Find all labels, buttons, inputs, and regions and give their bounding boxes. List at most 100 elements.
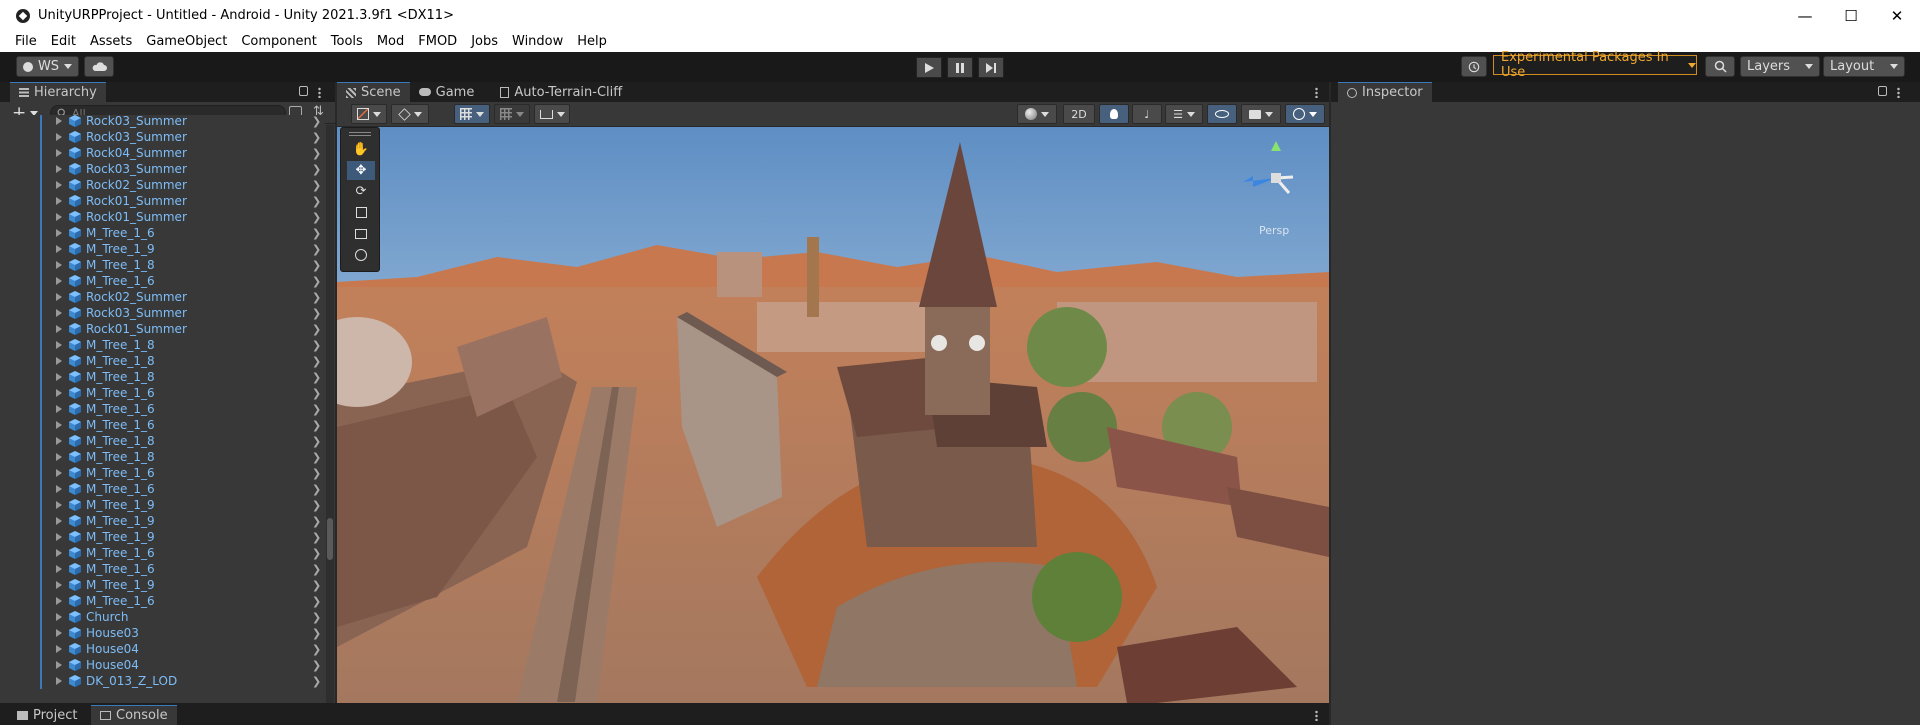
- camera-dropdown[interactable]: [1241, 104, 1281, 124]
- projection-label[interactable]: Persp: [1259, 224, 1289, 237]
- list-item[interactable]: M_Tree_1_6 ❯: [0, 465, 325, 481]
- list-item[interactable]: Rock03_Summer ❯: [0, 129, 325, 145]
- list-item[interactable]: M_Tree_1_6 ❯: [0, 545, 325, 561]
- transform-tool-button[interactable]: [347, 245, 375, 264]
- menu-edit[interactable]: Edit: [43, 34, 82, 49]
- chevron-right-icon[interactable]: [56, 629, 62, 637]
- chevron-right-icon[interactable]: ❯: [312, 579, 321, 592]
- chevron-right-icon[interactable]: ❯: [312, 179, 321, 192]
- list-item[interactable]: Rock01_Summer ❯: [0, 321, 325, 337]
- list-item[interactable]: M_Tree_1_6 ❯: [0, 385, 325, 401]
- chevron-right-icon[interactable]: ❯: [312, 355, 321, 368]
- list-item[interactable]: M_Tree_1_6 ❯: [0, 417, 325, 433]
- chevron-right-icon[interactable]: [56, 597, 62, 605]
- list-item[interactable]: Rock03_Summer ❯: [0, 305, 325, 321]
- menu-jobs[interactable]: Jobs: [463, 34, 504, 49]
- more-options-icon[interactable]: [1315, 710, 1318, 721]
- chevron-right-icon[interactable]: [56, 213, 62, 221]
- chevron-right-icon[interactable]: [56, 581, 62, 589]
- chevron-right-icon[interactable]: [56, 517, 62, 525]
- list-item[interactable]: M_Tree_1_8 ❯: [0, 369, 325, 385]
- list-item[interactable]: M_Tree_1_8 ❯: [0, 353, 325, 369]
- lighting-toggle[interactable]: [1099, 104, 1129, 124]
- chevron-right-icon[interactable]: [56, 357, 62, 365]
- chevron-right-icon[interactable]: [56, 373, 62, 381]
- chevron-right-icon[interactable]: ❯: [312, 435, 321, 448]
- list-item[interactable]: M_Tree_1_9 ❯: [0, 513, 325, 529]
- chevron-right-icon[interactable]: ❯: [312, 131, 321, 144]
- toggle-2d-button[interactable]: 2D: [1063, 104, 1095, 124]
- layout-dropdown[interactable]: Layout: [1823, 56, 1905, 77]
- chevron-right-icon[interactable]: ❯: [312, 147, 321, 160]
- tab-scene[interactable]: Scene: [337, 82, 410, 102]
- menu-mod[interactable]: Mod: [369, 34, 410, 49]
- list-item[interactable]: M_Tree_1_9 ❯: [0, 497, 325, 513]
- effects-dropdown[interactable]: ☰: [1165, 104, 1203, 124]
- chevron-right-icon[interactable]: ❯: [312, 659, 321, 672]
- chevron-right-icon[interactable]: [56, 453, 62, 461]
- hidden-objects-toggle[interactable]: [1207, 104, 1237, 124]
- menu-gameobject[interactable]: GameObject: [138, 34, 233, 49]
- search-button[interactable]: [1705, 56, 1735, 77]
- chevron-right-icon[interactable]: [56, 533, 62, 541]
- chevron-right-icon[interactable]: [56, 261, 62, 269]
- scale-tool-button[interactable]: [347, 203, 375, 222]
- menu-file[interactable]: File: [0, 34, 43, 49]
- tab-hierarchy[interactable]: Hierarchy: [10, 82, 106, 102]
- snap-increment-dropdown[interactable]: [494, 104, 530, 124]
- step-button[interactable]: [978, 57, 1004, 78]
- grid-snapping-dropdown[interactable]: [454, 104, 490, 124]
- list-item[interactable]: M_Tree_1_6 ❯: [0, 593, 325, 609]
- hierarchy-scrollbar[interactable]: [326, 125, 334, 705]
- chevron-right-icon[interactable]: [56, 165, 62, 173]
- list-item[interactable]: M_Tree_1_8 ❯: [0, 337, 325, 353]
- gizmos-dropdown[interactable]: [1285, 104, 1325, 124]
- chevron-right-icon[interactable]: ❯: [312, 547, 321, 560]
- chevron-right-icon[interactable]: ❯: [312, 259, 321, 272]
- chevron-right-icon[interactable]: ❯: [312, 115, 321, 128]
- chevron-right-icon[interactable]: ❯: [312, 371, 321, 384]
- chevron-right-icon[interactable]: ❯: [312, 291, 321, 304]
- hand-tool-button[interactable]: ✋: [347, 140, 375, 159]
- list-item[interactable]: DK_013_Z_LOD ❯: [0, 673, 325, 689]
- list-item[interactable]: House03 ❯: [0, 625, 325, 641]
- list-item[interactable]: Rock03_Summer ❯: [0, 115, 325, 129]
- chevron-right-icon[interactable]: ❯: [312, 403, 321, 416]
- chevron-right-icon[interactable]: [56, 325, 62, 333]
- list-item[interactable]: M_Tree_1_8 ❯: [0, 257, 325, 273]
- chevron-right-icon[interactable]: ❯: [312, 451, 321, 464]
- list-item[interactable]: Church ❯: [0, 609, 325, 625]
- scrollbar-thumb[interactable]: [327, 518, 333, 560]
- more-options-icon[interactable]: [1315, 87, 1318, 98]
- chevron-right-icon[interactable]: [56, 613, 62, 621]
- chevron-right-icon[interactable]: ❯: [312, 515, 321, 528]
- chevron-right-icon[interactable]: ❯: [312, 323, 321, 336]
- list-item[interactable]: M_Tree_1_9 ❯: [0, 577, 325, 593]
- history-button[interactable]: [1461, 56, 1487, 77]
- chevron-right-icon[interactable]: [56, 437, 62, 445]
- chevron-right-icon[interactable]: [56, 469, 62, 477]
- list-item[interactable]: M_Tree_1_6 ❯: [0, 273, 325, 289]
- list-item[interactable]: Rock02_Summer ❯: [0, 289, 325, 305]
- chevron-right-icon[interactable]: [56, 661, 62, 669]
- scene-viewport[interactable]: Persp: [337, 127, 1329, 703]
- tab-inspector[interactable]: Inspector: [1338, 82, 1432, 102]
- chevron-right-icon[interactable]: [56, 389, 62, 397]
- chevron-right-icon[interactable]: ❯: [312, 339, 321, 352]
- chevron-right-icon[interactable]: [56, 645, 62, 653]
- list-item[interactable]: M_Tree_1_9 ❯: [0, 241, 325, 257]
- chevron-right-icon[interactable]: ❯: [312, 675, 321, 688]
- chevron-right-icon[interactable]: ❯: [312, 595, 321, 608]
- render-mode-dropdown[interactable]: [391, 104, 429, 124]
- menu-help[interactable]: Help: [569, 34, 613, 49]
- tab-console[interactable]: Console: [91, 705, 177, 725]
- chevron-right-icon[interactable]: [56, 677, 62, 685]
- more-options-icon[interactable]: [1897, 87, 1900, 98]
- list-item[interactable]: M_Tree_1_8 ❯: [0, 433, 325, 449]
- chevron-right-icon[interactable]: [56, 485, 62, 493]
- tab-auto-terrain-cliff[interactable]: Auto-Terrain-Cliff: [491, 82, 631, 102]
- experimental-packages-button[interactable]: Experimental Packages In Use: [1493, 50, 1697, 80]
- audio-toggle[interactable]: ♩: [1132, 104, 1162, 124]
- rect-tool-button[interactable]: [347, 224, 375, 243]
- minimize-icon[interactable]: —: [1782, 0, 1828, 31]
